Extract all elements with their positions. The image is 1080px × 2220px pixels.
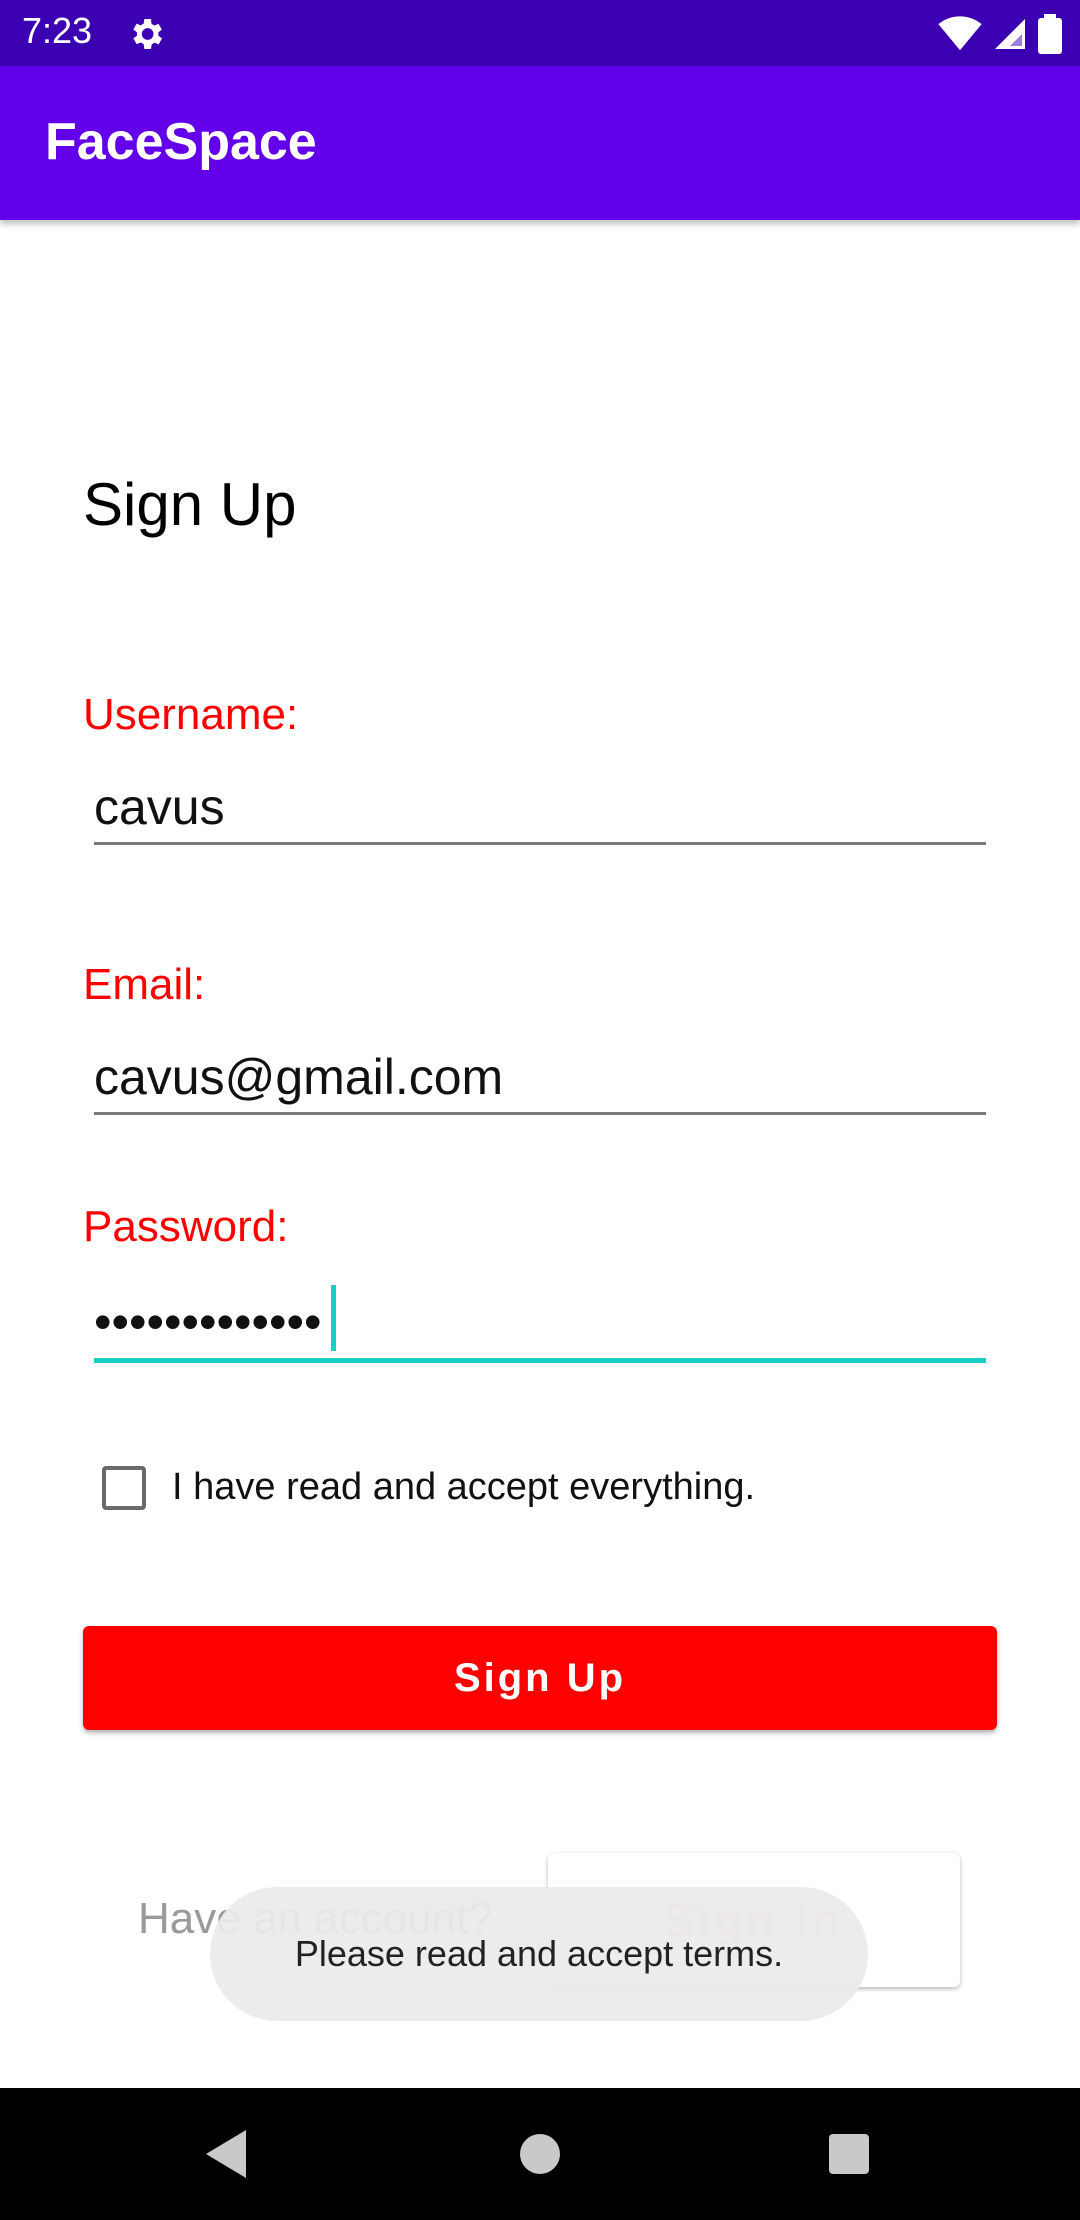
battery-icon [1038,14,1062,54]
app-bar: FaceSpace [0,66,1080,220]
gear-icon [133,19,162,49]
password-field[interactable] [94,1286,986,1363]
terms-checkbox[interactable] [102,1466,146,1510]
text-caret [331,1285,336,1351]
page-title: Sign Up [83,471,297,538]
status-time: 7:23 [22,10,93,51]
navigation-bar [0,2088,1080,2220]
toast-text: Please read and accept terms. [294,1933,784,1974]
back-icon[interactable] [206,2130,250,2178]
wifi-icon [938,16,982,51]
email-label: Email: [83,960,206,1009]
signal-icon [995,19,1025,49]
sign-up-button[interactable]: Sign Up [83,1626,997,1730]
app-title: FaceSpace [45,113,317,171]
username-label: Username: [83,690,299,739]
password-label: Password: [83,1202,289,1251]
username-field[interactable] [94,772,986,845]
status-bar: 7:23 [0,0,1080,66]
recents-icon[interactable] [829,2134,869,2174]
terms-checkbox-label[interactable]: I have read and accept everything. [172,1466,755,1509]
toast-message: Please read and accept terms. [210,1887,868,2021]
email-field[interactable] [94,1042,986,1115]
home-icon[interactable] [520,2134,560,2174]
